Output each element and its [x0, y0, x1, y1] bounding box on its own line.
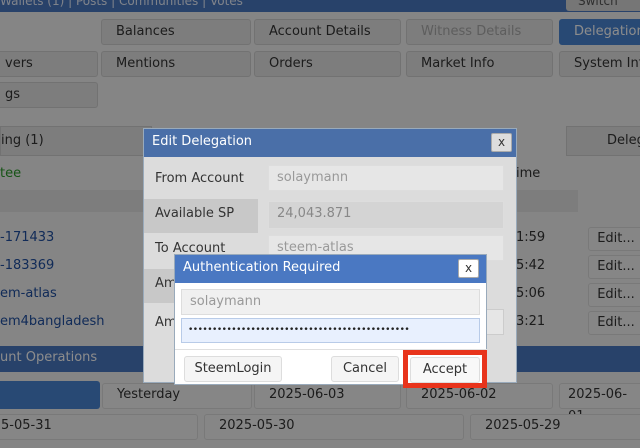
from-account-field: solaymann [268, 165, 504, 191]
edit-delegation-title: Edit Delegation [152, 134, 253, 149]
edit-delegation-title-bar: Edit Delegation [144, 129, 516, 157]
edit-delegation-close-button[interactable]: x [491, 133, 512, 152]
cancel-button[interactable]: Cancel [331, 356, 399, 382]
authentication-title: Authentication Required [183, 260, 341, 275]
authentication-close-button[interactable]: x [458, 259, 479, 278]
from-account-label: From Account [155, 171, 244, 186]
accept-button[interactable]: Accept [410, 357, 480, 383]
username-field[interactable]: solaymann [181, 289, 480, 315]
authentication-title-bar: Authentication Required [175, 255, 486, 283]
password-field[interactable]: ••••••••••••••••••••••••••••••••••••••••… [181, 318, 480, 343]
authentication-dialog: Authentication Required x solaymann ••••… [174, 254, 488, 388]
available-sp-label-cell: Available SP [144, 199, 258, 233]
available-sp-field: 24,043.871 [268, 201, 504, 229]
available-sp-label: Available SP [155, 206, 235, 221]
accept-highlight-frame: Accept [403, 350, 487, 388]
steemlogin-button[interactable]: SteemLogin [184, 356, 282, 382]
